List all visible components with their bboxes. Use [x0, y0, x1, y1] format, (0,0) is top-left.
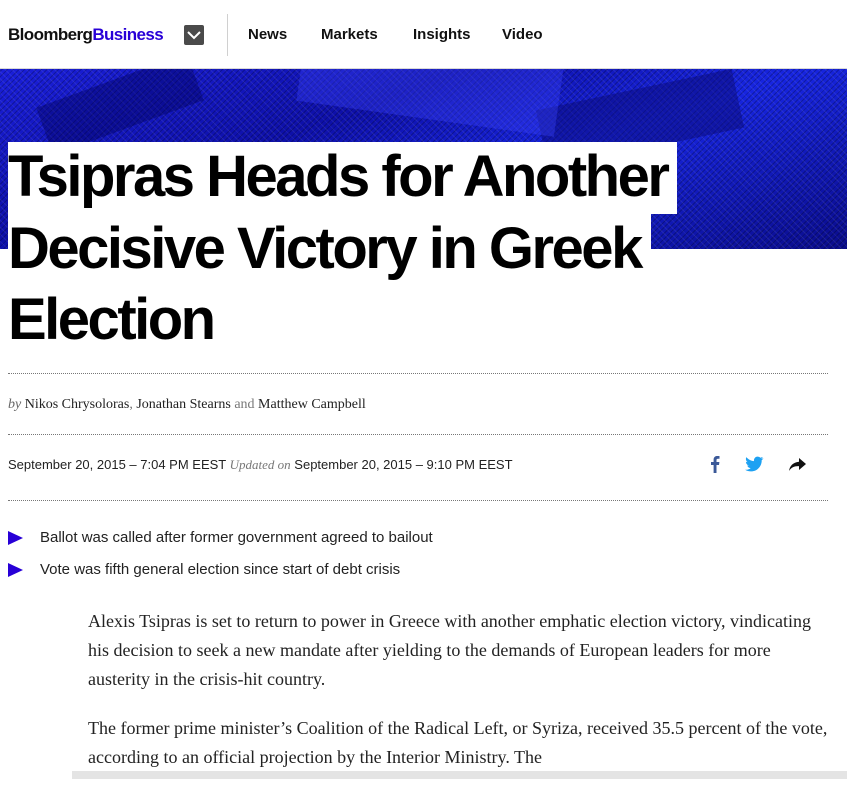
bullet-text: Vote was fifth general election since st… [40, 561, 401, 578]
site-header: BloombergBusiness News Markets Insights … [0, 0, 847, 69]
updated-label: Updated on [229, 457, 291, 472]
facebook-icon[interactable] [704, 453, 726, 475]
bullet-text: Ballot was called after former governmen… [40, 529, 433, 546]
byline: by Nikos Chrysoloras, Jonathan Stearns a… [8, 397, 366, 412]
nav-video[interactable]: Video [502, 26, 543, 43]
horizontal-scrollbar[interactable] [72, 771, 847, 779]
share-arrow-icon[interactable] [786, 453, 808, 475]
byline-and: and [234, 397, 255, 412]
headline-line: Election [8, 285, 224, 357]
headline-line: Decisive Victory in Greek [8, 214, 651, 286]
triangle-bullet-icon [8, 563, 23, 577]
nav-markets[interactable]: Markets [321, 26, 378, 43]
logo-part-bloomberg: Bloomberg [8, 25, 93, 44]
chevron-down-icon [187, 31, 201, 40]
article-body: Alexis Tsipras is set to return to power… [88, 607, 833, 792]
paragraph: The former prime minister’s Coalition of… [88, 718, 828, 767]
triangle-bullet-icon [8, 531, 23, 545]
divider [8, 434, 828, 435]
author-link[interactable]: Nikos Chrysoloras [25, 397, 130, 412]
nav-insights[interactable]: Insights [413, 26, 471, 43]
twitter-icon[interactable] [743, 453, 765, 475]
bloomberg-business-logo[interactable]: BloombergBusiness [8, 25, 164, 45]
headline-line: Tsipras Heads for Another [8, 142, 678, 214]
header-divider [227, 14, 228, 56]
byline-prefix: by [8, 397, 22, 412]
updated-date: September 20, 2015 – 9:10 PM EEST [294, 457, 513, 472]
author-link[interactable]: Matthew Campbell [258, 397, 366, 412]
paragraph: Alexis Tsipras is set to return to power… [88, 611, 812, 689]
divider [8, 373, 828, 374]
published-date: September 20, 2015 – 7:04 PM EEST [8, 457, 227, 472]
menu-toggle-button[interactable] [184, 25, 204, 45]
logo-part-business: Business [92, 25, 164, 44]
article-timestamps: September 20, 2015 – 7:04 PM EEST Update… [8, 457, 513, 473]
author-link[interactable]: Jonathan Stearns [136, 397, 230, 412]
nav-news[interactable]: News [248, 26, 287, 43]
divider [8, 500, 828, 501]
